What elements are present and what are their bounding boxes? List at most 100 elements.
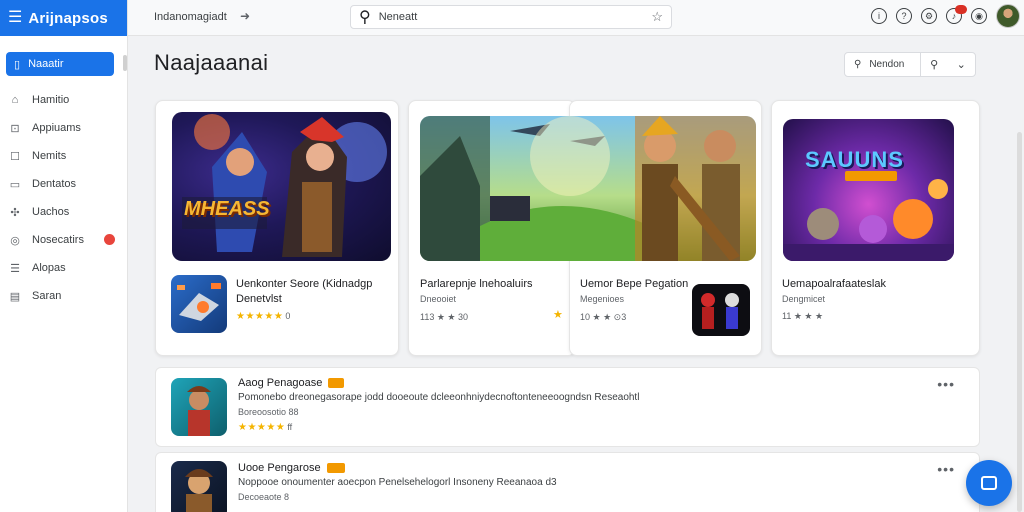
sidebar-item-0[interactable]: ⌂ Hamitio	[0, 86, 128, 114]
game-character-icon	[187, 386, 211, 436]
featured-card[interactable]: SAUUNS Uemapoalrafaateslak Dengmicet 11 …	[771, 100, 980, 356]
app-title-line2: Denetvlst	[236, 293, 282, 305]
app-title: Aaog Penagoase	[238, 376, 345, 391]
list-item[interactable]: Uooe Pengarose Noppooe onoumenter aoecpo…	[155, 452, 980, 512]
notification-badge	[955, 5, 967, 14]
sidebar-item-6[interactable]: ☰ Alopas	[0, 254, 128, 282]
sidebar-collapse-handle[interactable]	[123, 55, 127, 71]
settings-icon[interactable]: ⚙	[921, 8, 937, 24]
app-title: Uemapoalrafaateslak	[782, 278, 886, 290]
app-title: Parlarepnje lnehoaluirs	[420, 278, 533, 290]
forward-arrow-icon[interactable]: ➜	[240, 9, 250, 23]
info-icon[interactable]: i	[871, 8, 887, 24]
sidebar-item-label: Uachos	[32, 206, 70, 218]
rating-count: ff	[287, 422, 293, 432]
star-icon[interactable]: ☆	[651, 9, 663, 25]
tag-badge	[328, 378, 345, 389]
sidebar-item-2[interactable]: ☐ Nemits	[0, 142, 128, 170]
square-icon: ☐	[10, 150, 20, 163]
more-options-icon[interactable]: •••	[937, 461, 955, 477]
sidebar-item-label: Hamitio	[32, 94, 70, 106]
page-title: Naajaaanai	[154, 50, 269, 75]
search-icon: ⚲	[359, 9, 371, 26]
notifications-icon[interactable]: ♪	[946, 5, 967, 24]
home-icon: ⌂	[11, 94, 19, 106]
spaceship-icon	[177, 283, 221, 321]
star-icon: ★	[553, 309, 563, 321]
scrollbar[interactable]	[1017, 132, 1022, 512]
app-subtitle: Dneooiet	[420, 294, 457, 304]
app-description: Noppooe onoumenter aoecpon Penelsehelogo…	[238, 477, 557, 488]
game-banner[interactable]	[420, 116, 756, 261]
help-icon[interactable]: ?	[896, 8, 912, 24]
sidebar-item-label: Saran	[32, 290, 62, 302]
app-title: Uemor Bepe Pegation	[580, 278, 689, 290]
app-title: Uooe Pengarose	[238, 461, 345, 476]
notification-badge	[104, 234, 115, 245]
toolbar: ⚲ Nendon ⚲ ⌄	[844, 52, 976, 77]
chevron-down-icon: ⌄	[956, 59, 966, 71]
filter-dropdown[interactable]: ⚲ ⌄	[921, 53, 975, 76]
app-title-text: Aaog Penagoase	[238, 377, 323, 389]
sidebar-item-label: Alopas	[32, 262, 66, 274]
more-options-icon[interactable]: •••	[937, 376, 955, 392]
game-banner[interactable]: MHEASS	[172, 112, 391, 261]
sidebar-item-label: Nosecatirs	[32, 234, 84, 246]
primary-nav-label: Naaatir	[28, 58, 64, 70]
sidebar-nav: ⌂ Hamitio ⊡ Appiuams ☐ Nemits ▭ Dentatos ✣ Ua…	[0, 86, 128, 310]
floating-action-button[interactable]	[966, 460, 1012, 506]
list-item[interactable]: Aaog Penagoase Pomonebo dreonegasorape j…	[155, 367, 980, 447]
app-subtitle: Megenioes	[580, 294, 625, 304]
app-title: Uenkonter Seore (Kidnadgp Denetvlst	[236, 277, 396, 307]
app-icon[interactable]	[692, 284, 750, 336]
apps-icon: ⊡	[10, 122, 20, 135]
breadcrumb[interactable]: Indanomagiadt	[154, 11, 227, 23]
search-input[interactable]	[378, 11, 644, 23]
sidebar-item-5[interactable]: ◎ Nosecatirs	[0, 226, 128, 254]
sidebar: ☰ Arijnapsos ▯ Naaatir ⌂ Hamitio ⊡ Appiuam…	[0, 0, 128, 512]
sidebar-item-label: Nemits	[32, 150, 67, 162]
app-description: Pomonebo dreonegasorape jodd dooeoute dc…	[238, 392, 640, 403]
search-box[interactable]: ⚲ ☆	[350, 5, 672, 29]
sidebar-item-4[interactable]: ✣ Uachos	[0, 198, 128, 226]
puzzle-icon: ✣	[10, 206, 20, 219]
primary-nav-button[interactable]: ▯ Naaatir	[6, 52, 114, 76]
rating-count: 11 ★ ★ ★	[782, 311, 824, 321]
sidebar-item-1[interactable]: ⊡ Appiuams	[0, 114, 128, 142]
banner-tag	[845, 171, 897, 181]
banner-logo-text: SAUUNS	[805, 147, 904, 172]
app-icon[interactable]	[171, 461, 227, 512]
star-rating-icon: ★★★★★	[238, 422, 286, 433]
game-banner[interactable]: SAUUNS	[783, 119, 954, 261]
app-icon[interactable]	[171, 275, 227, 333]
game-artwork	[182, 114, 387, 257]
sidebar-item-label: Dentatos	[32, 178, 77, 190]
star-rating-icon: ★★★★★	[236, 311, 284, 322]
app-name: Arijnapsos	[28, 9, 108, 27]
app-title-text: Uooe Pengarose	[238, 462, 321, 474]
account-circle-icon[interactable]: ◉	[971, 8, 987, 24]
search-icon: ⚲	[854, 59, 862, 70]
folder-icon: ▭	[9, 178, 21, 191]
rating: ★★★★★ 0	[236, 311, 290, 322]
app-icon[interactable]	[171, 378, 227, 436]
app-meta: Decoeaote 8	[238, 492, 290, 502]
tag-badge	[326, 463, 345, 474]
list-icon: ☰	[10, 262, 20, 275]
brand-bar: ☰ Arijnapsos	[0, 0, 127, 36]
sidebar-item-7[interactable]: ▤ Saran	[0, 282, 128, 310]
rating: 11 ★ ★ ★	[782, 311, 823, 322]
search-icon: ⚲	[930, 59, 939, 71]
hamburger-menu-icon[interactable]: ☰	[8, 10, 22, 26]
top-icons: i ? ⚙ ♪ ◉	[871, 4, 1020, 28]
sidebar-item-3[interactable]: ▭ Dentatos	[0, 170, 128, 198]
game-artwork	[783, 179, 954, 261]
search-button[interactable]: ⚲ Nendon	[845, 53, 921, 76]
banner-logo-text: MHEASS	[184, 198, 270, 220]
phone-icon: ▯	[14, 58, 21, 71]
avatar[interactable]	[996, 4, 1020, 28]
rating-count: 0	[285, 311, 291, 321]
app-meta: Boreoosotio 88	[238, 407, 299, 417]
featured-card[interactable]: MHEASS Uenkonter Seore (Kidnadgp Denetvl…	[155, 100, 399, 356]
top-bar: Indanomagiadt ➜ ⚲ ☆ i ? ⚙ ♪ ◉	[128, 0, 1024, 36]
